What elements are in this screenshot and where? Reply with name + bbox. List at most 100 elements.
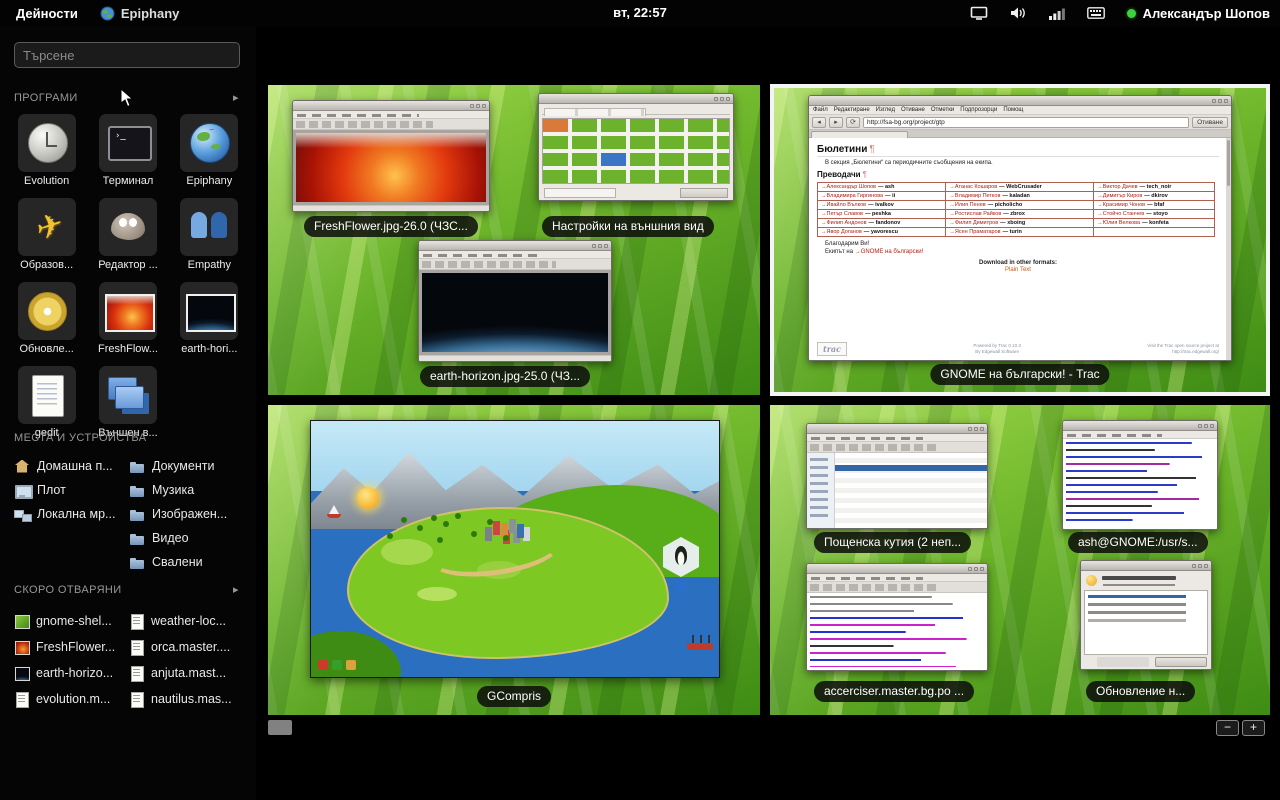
wiki-link[interactable]: →Атанас Кошаров [949,184,997,190]
wiki-link[interactable]: →Филип Димитров [949,220,998,226]
search-input[interactable] [14,42,240,68]
menu-go[interactable]: Отиване [901,107,925,113]
app-label: Терминал [103,175,154,187]
workspace-4[interactable]: Пощенска кутия (2 неп... ash@GNOME:/usr/… [770,405,1270,715]
add-workspace-button[interactable]: + [1242,720,1265,736]
arrow-icon[interactable] [677,579,688,593]
wiki-link[interactable]: →Илия Пенев [949,202,985,208]
recent-item[interactable]: evolution.m... [14,686,129,712]
trac-url-link[interactable]: http://trac.edgewall.org/ [1172,349,1219,354]
app-freshflower[interactable]: FreshFlow... [89,282,166,355]
app-label: Empathy [188,259,231,271]
wiki-link[interactable]: →Виктор Дачев [1097,184,1137,190]
workspace-1[interactable]: FreshFlower.jpg-26.0 (ЧЗС... Настройки н… [268,85,760,395]
window-update-manager[interactable] [1080,560,1212,670]
window-earth-viewer[interactable] [418,240,612,362]
browser-tab-bar[interactable] [809,130,1231,138]
menu-edit[interactable]: Редактиране [834,107,870,113]
programs-expander-icon[interactable]: ▸ [233,91,239,104]
place-downloads[interactable]: Свалени [129,550,244,574]
keyboard-icon[interactable] [1087,7,1105,19]
workspace-indicator[interactable] [268,720,292,735]
recent-item[interactable]: orca.master.... [129,634,244,660]
wiki-link[interactable]: →Димитър Киров [1097,193,1142,199]
recent-item[interactable]: anjuta.mast... [129,660,244,686]
empathy-icon [180,198,238,256]
wiki-link[interactable]: →Ростислав Райков [949,211,1001,217]
back-button[interactable]: ◂ [812,117,826,128]
gcompris-toolbar-icons[interactable] [318,660,328,670]
address-bar[interactable]: http://fsa-bg.org/project/gtp [863,117,1189,128]
app-earth-horizon[interactable]: earth-hori... [171,282,248,355]
display-icon[interactable] [970,6,988,21]
network-signal-icon[interactable] [1049,7,1065,20]
wiki-link[interactable]: →Владимир Петков [949,193,1000,199]
workspace-3[interactable]: GCompris [268,405,760,715]
app-label: Epiphany [186,175,232,187]
window-evolution-mail[interactable] [806,423,988,529]
page-thanks: Благодарим Ви! [817,241,1219,247]
recent-expander-icon[interactable]: ▸ [233,583,239,596]
window-terminal[interactable] [1062,420,1218,530]
app-terminal[interactable]: Терминал [89,114,166,187]
earth-thumbnail [14,666,29,681]
app-empathy[interactable]: Empathy [171,198,248,271]
go-button[interactable]: Отиване [1192,117,1228,128]
place-music[interactable]: Музика [129,478,244,502]
reload-button[interactable]: ⟳ [846,117,860,128]
window-freshflower-viewer[interactable] [292,100,490,212]
menu-bookmarks[interactable]: Отметки [931,107,954,113]
wiki-link[interactable]: →Ясен Праматаров [949,229,1000,235]
app-gedit[interactable]: gedit [8,366,85,439]
app-evolution[interactable]: Evolution [8,114,85,187]
wiki-link[interactable]: →Ивайло Вълков [821,202,866,208]
workspace-2[interactable]: Файл Редактиране Изглед Отиване Отметки … [770,84,1270,396]
window-gedit-editor[interactable] [806,563,988,671]
app-gcompris[interactable]: Образов... [8,198,85,271]
remove-workspace-button[interactable]: − [1216,720,1239,736]
place-desktop[interactable]: Плот [14,478,129,502]
recent-item[interactable]: nautilus.mas... [129,686,244,712]
volume-icon[interactable] [1010,6,1027,20]
wiki-link[interactable]: →Владимира Гиргинова [821,193,883,199]
app-appearance[interactable]: Външен в... [89,366,166,439]
gnome-bg-link[interactable]: →GNOME на български! [855,249,924,255]
wiki-link[interactable]: →Красимир Чонов [1097,202,1145,208]
place-network[interactable]: Локална мр... [14,502,129,526]
place-pictures[interactable]: Изображен... [129,502,244,526]
recent-item[interactable]: FreshFlower... [14,634,129,660]
recent-item[interactable]: earth-horizo... [14,660,129,686]
wiki-link[interactable]: →Юлия Велкова [1097,220,1140,226]
menu-help[interactable]: Помощ [1003,107,1023,113]
menu-tabs[interactable]: Подпрозорци [960,107,997,113]
forward-button[interactable]: ▸ [829,117,843,128]
place-home[interactable]: Домашна п... [14,454,129,478]
menu-file[interactable]: Файл [813,107,828,113]
recent-item[interactable]: gnome-shel... [14,608,129,634]
wiki-link[interactable]: →Явор Доганов [821,229,862,235]
app-epiphany[interactable]: Epiphany [171,114,248,187]
place-videos[interactable]: Видео [129,526,244,550]
wiki-link[interactable]: →Александър Шопов [821,184,876,190]
window-label: Пощенска кутия (2 неп... [814,532,971,553]
window-epiphany-browser[interactable]: Файл Редактиране Изглед Отиване Отметки … [808,95,1232,361]
window-appearance-settings[interactable] [538,93,734,201]
app-image-editor[interactable]: Редактор ... [89,198,166,271]
page-scrollbar[interactable] [1226,138,1231,360]
close-icon [726,97,730,101]
focused-app-menu[interactable]: Epiphany [100,6,180,21]
activities-button[interactable]: Дейности [8,3,86,24]
plain-text-link[interactable]: Plain Text [817,267,1219,273]
menu-view[interactable]: Изглед [876,107,895,113]
gcompris-plane-icon [18,198,76,256]
window-gcompris[interactable] [310,420,720,678]
earth-image [422,273,608,352]
wiki-link[interactable]: →Петър Славов [821,211,863,217]
user-menu[interactable]: Александър Шопов [1127,6,1270,21]
clock[interactable]: вт, 22:57 [613,0,667,26]
recent-item[interactable]: weather-loc... [129,608,244,634]
wiki-link[interactable]: →Стойчо Станчев [1097,211,1144,217]
wiki-link[interactable]: →Филип Андонов [821,220,867,226]
app-software-update[interactable]: Обновле... [8,282,85,355]
place-documents[interactable]: Документи [129,454,244,478]
